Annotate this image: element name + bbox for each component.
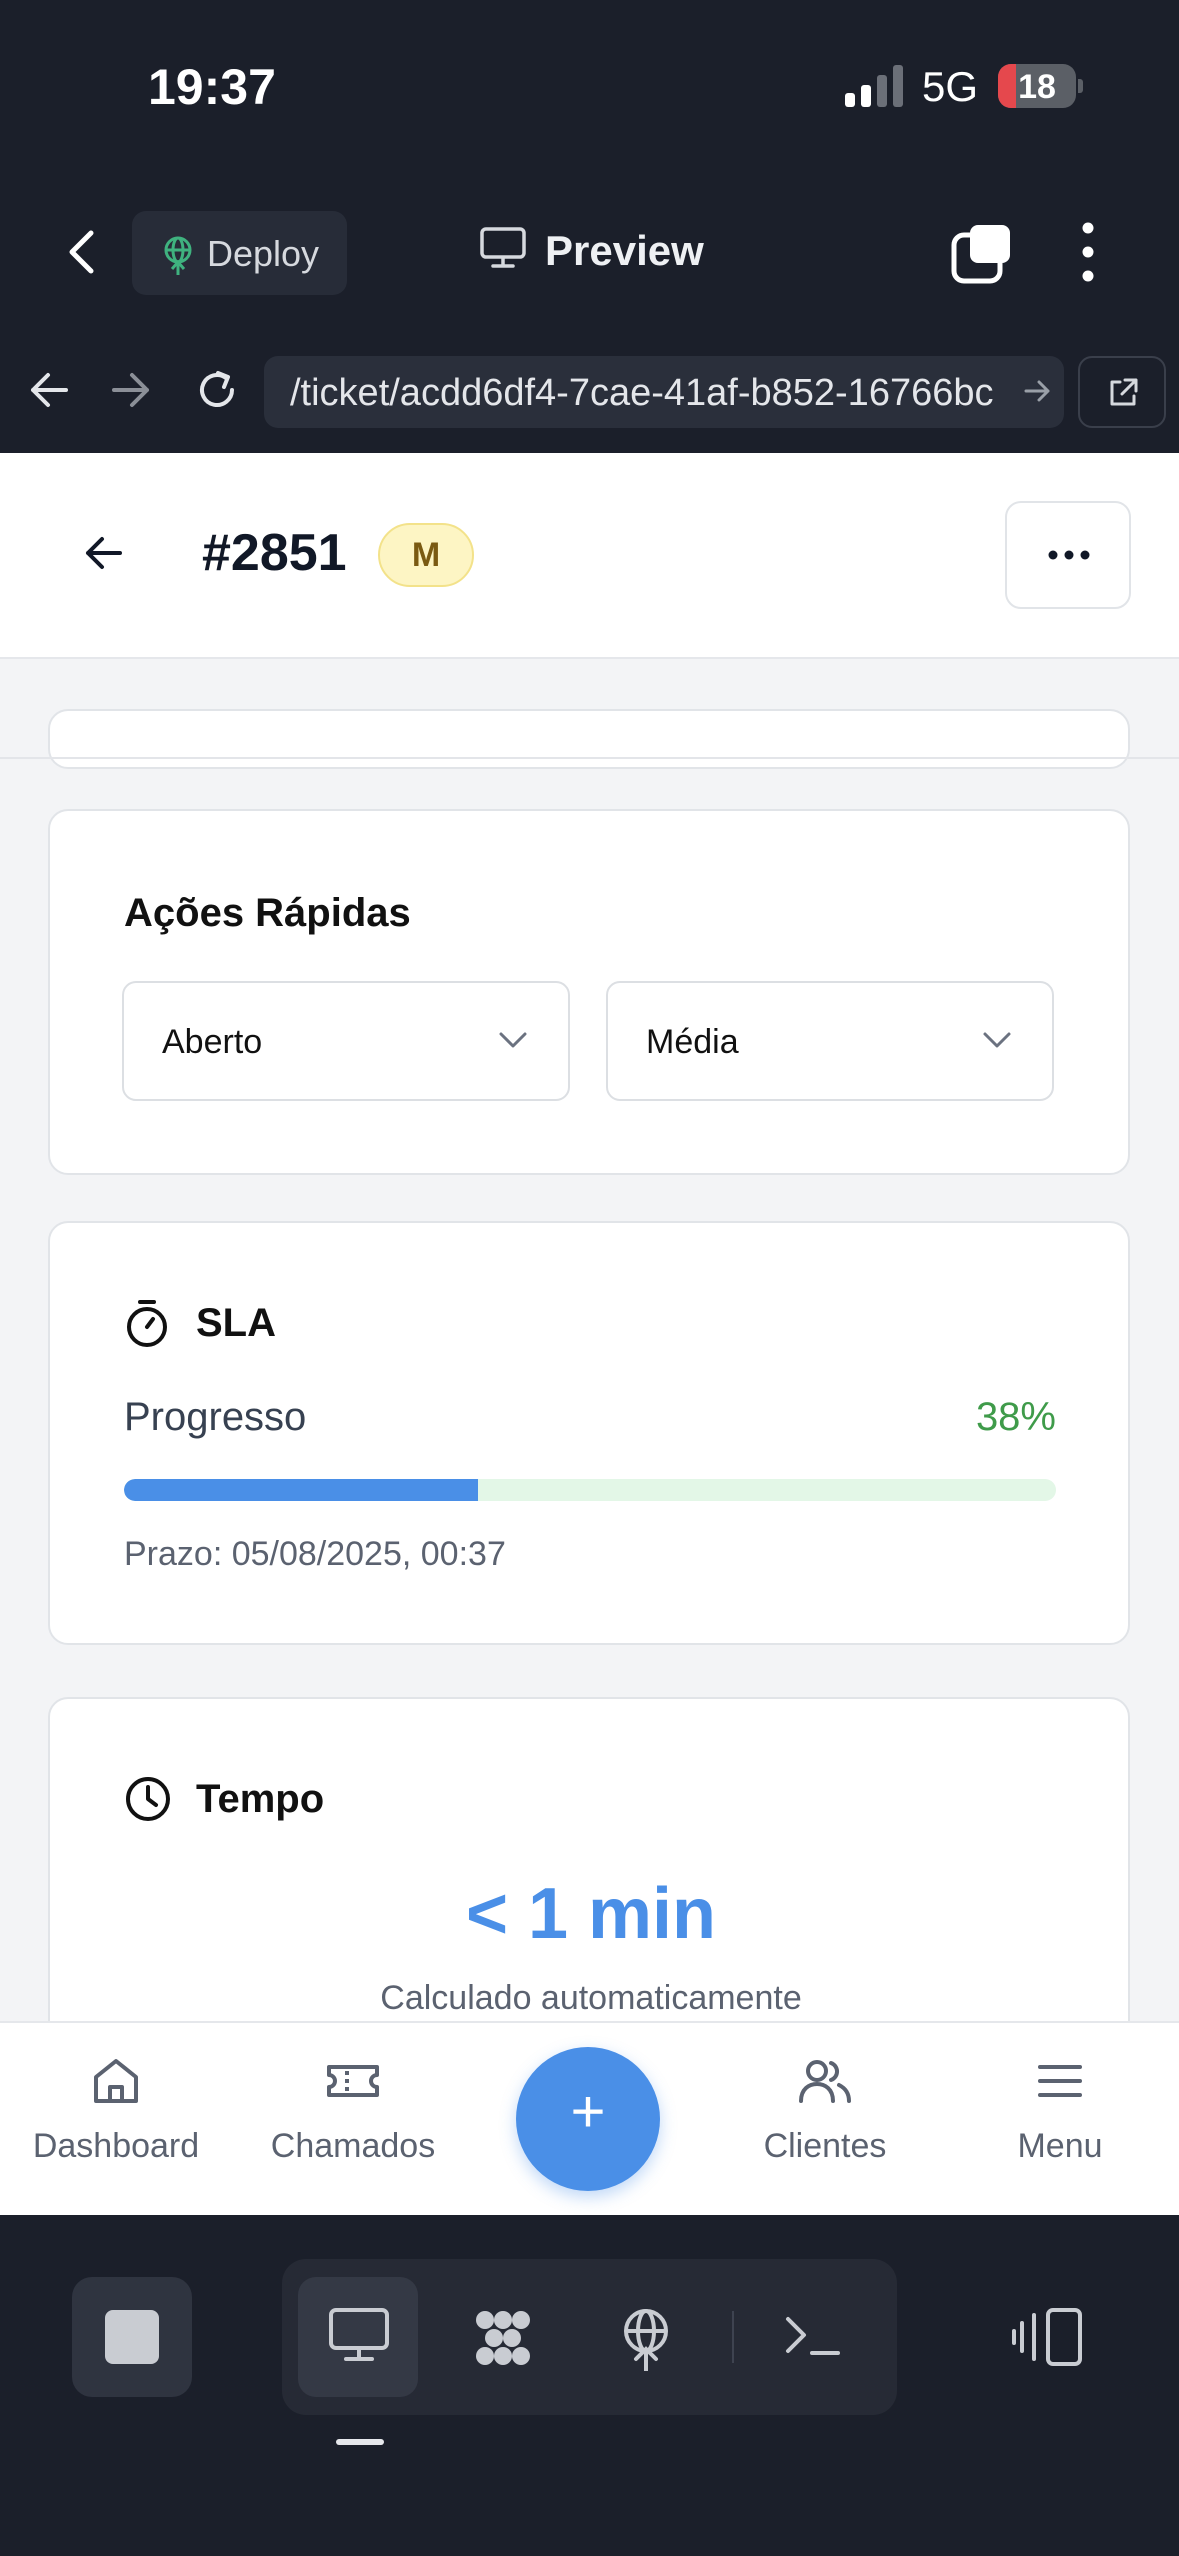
url-input[interactable]: /ticket/acdd6df4-7cae-41af-b852-16766bc bbox=[264, 356, 1064, 428]
agent-icon bbox=[476, 2311, 530, 2365]
status-select[interactable]: Aberto bbox=[122, 981, 570, 1101]
tool-shell-button[interactable] bbox=[752, 2277, 872, 2397]
chevron-down-icon bbox=[983, 1032, 1011, 1048]
time-title: Tempo bbox=[196, 1777, 325, 1821]
tool-separator bbox=[732, 2311, 734, 2363]
battery-nub bbox=[1078, 79, 1083, 93]
quick-actions-title: Ações Rápidas bbox=[124, 891, 411, 935]
nav-dashboard[interactable]: Dashboard bbox=[16, 2053, 216, 2193]
nav-tickets[interactable]: Chamados bbox=[253, 2053, 453, 2193]
more-horizontal-icon bbox=[1048, 550, 1090, 560]
browser-forward-icon[interactable] bbox=[106, 365, 156, 415]
chevron-down-icon bbox=[499, 1032, 527, 1048]
priority-select-value: Média bbox=[646, 1023, 739, 1061]
back-chevron-icon[interactable] bbox=[58, 227, 108, 277]
url-go-arrow-icon[interactable] bbox=[1020, 374, 1054, 408]
tabs-icon[interactable] bbox=[950, 223, 1016, 285]
time-value: < 1 min bbox=[465, 1874, 717, 1954]
time-note: Calculado automaticamente bbox=[380, 1979, 802, 2017]
monitor-icon bbox=[329, 2308, 389, 2361]
sla-card: SLA Progresso 38% Prazo: 05/08/2025, 00:… bbox=[48, 1221, 1130, 1645]
external-link-icon bbox=[1110, 378, 1138, 406]
sla-progress-percent: 38% bbox=[975, 1395, 1056, 1439]
browser-url-bar: /ticket/acdd6df4-7cae-41af-b852-16766bc bbox=[0, 330, 1179, 453]
ticket-options-button[interactable] bbox=[1005, 501, 1131, 609]
sla-title: SLA bbox=[196, 1301, 276, 1345]
ide-toolbar bbox=[0, 2215, 1179, 2556]
sla-progress-label: Progresso bbox=[124, 1395, 307, 1439]
ide-tool-group bbox=[282, 2259, 897, 2415]
nav-clients-label: Clientes bbox=[763, 2127, 887, 2165]
add-ticket-button[interactable]: + bbox=[516, 2047, 660, 2191]
nav-dashboard-label: Dashboard bbox=[32, 2127, 200, 2165]
nav-menu[interactable]: Menu bbox=[960, 2053, 1160, 2193]
quick-actions-card: Ações Rápidas Aberto Média bbox=[48, 809, 1130, 1175]
stop-icon bbox=[105, 2310, 159, 2364]
sticky-divider bbox=[0, 757, 1179, 759]
menu-icon bbox=[1038, 2065, 1082, 2097]
battery-level: 18 bbox=[1018, 68, 1056, 106]
more-vertical-icon[interactable] bbox=[1070, 220, 1106, 284]
stopwatch-icon bbox=[127, 1300, 167, 1347]
priority-badge: M bbox=[378, 523, 474, 587]
monitor-icon bbox=[480, 227, 526, 268]
nav-tickets-label: Chamados bbox=[270, 2127, 436, 2165]
reload-icon[interactable] bbox=[192, 365, 242, 415]
terminal-icon bbox=[786, 2317, 840, 2355]
url-text: /ticket/acdd6df4-7cae-41af-b852-16766bc bbox=[290, 372, 994, 414]
collapsed-card bbox=[48, 709, 1130, 769]
priority-select[interactable]: Média bbox=[606, 981, 1054, 1101]
status-time: 19:37 bbox=[148, 59, 276, 115]
preview-label: Preview bbox=[545, 227, 704, 274]
back-arrow-icon[interactable] bbox=[82, 531, 126, 575]
sla-deadline: Prazo: 05/08/2025, 00:37 bbox=[124, 1535, 506, 1573]
tool-preview-button[interactable] bbox=[298, 2277, 418, 2397]
ticket-icon bbox=[327, 2065, 379, 2097]
signal-icon bbox=[845, 65, 903, 107]
status-select-value: Aberto bbox=[162, 1023, 263, 1061]
ticket-number: #2851 bbox=[202, 524, 347, 582]
sla-progress-bar bbox=[124, 1479, 1056, 1501]
battery-icon: 18 bbox=[998, 64, 1076, 108]
stop-button[interactable] bbox=[72, 2277, 192, 2397]
network-type: 5G bbox=[922, 63, 979, 110]
nav-clients[interactable]: Clientes bbox=[725, 2053, 925, 2193]
bottom-navigation: Dashboard Chamados + Clientes Menu bbox=[0, 2021, 1179, 2215]
active-tab-indicator bbox=[336, 2439, 384, 2445]
ticket-header: #2851 M bbox=[0, 453, 1179, 659]
app-header: Deploy Preview bbox=[0, 175, 1179, 330]
plus-icon: + bbox=[570, 2078, 606, 2145]
deploy-label: Deploy bbox=[207, 233, 320, 274]
users-icon bbox=[799, 2060, 851, 2103]
status-bar: 19:37 5G 18 bbox=[0, 0, 1179, 175]
sla-progress-fill bbox=[124, 1479, 479, 1501]
deploy-button[interactable]: Deploy bbox=[132, 211, 347, 295]
browser-back-icon[interactable] bbox=[24, 365, 74, 415]
open-external-button[interactable] bbox=[1078, 356, 1166, 428]
home-icon bbox=[94, 2059, 138, 2103]
sidebar-toggle-icon[interactable] bbox=[1010, 2307, 1084, 2367]
tool-deploy-button[interactable] bbox=[586, 2277, 706, 2397]
deploy-globe-icon bbox=[164, 236, 192, 275]
deploy-globe-icon bbox=[624, 2309, 668, 2371]
nav-menu-label: Menu bbox=[1017, 2127, 1103, 2165]
web-content: #2851 M Ações Rápidas Aberto Média SLA P… bbox=[0, 453, 1179, 2215]
clock-icon bbox=[126, 1777, 170, 1821]
tool-agent-button[interactable] bbox=[442, 2277, 562, 2397]
